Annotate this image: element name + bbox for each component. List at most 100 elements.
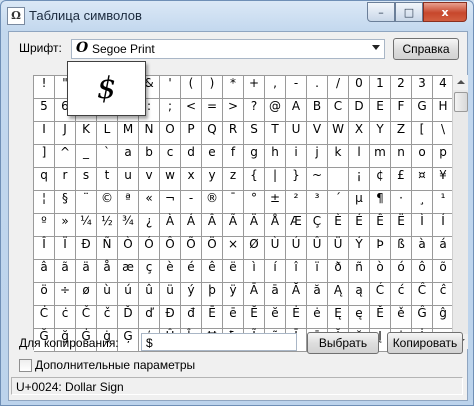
char-cell[interactable]: t [97, 168, 118, 191]
char-cell[interactable]: } [286, 168, 307, 191]
char-cell[interactable]: ÿ [223, 283, 244, 306]
char-cell[interactable]: 0 [349, 76, 370, 99]
char-cell[interactable]: @ [265, 99, 286, 122]
char-cell[interactable]: a [118, 145, 139, 168]
char-cell[interactable]: o [412, 145, 433, 168]
char-cell[interactable]: Ù [265, 237, 286, 260]
char-cell[interactable]: ě [391, 306, 412, 329]
char-cell[interactable]: Å [265, 214, 286, 237]
char-cell[interactable]: Ă [286, 283, 307, 306]
scroll-up-arrow-icon[interactable] [453, 75, 468, 90]
char-cell[interactable]: Ë [391, 214, 412, 237]
char-cell[interactable]: Ê [370, 214, 391, 237]
char-cell[interactable]: ® [202, 191, 223, 214]
char-cell[interactable]: d [181, 145, 202, 168]
char-cell[interactable]: ` [97, 145, 118, 168]
char-cell[interactable]: Q [202, 122, 223, 145]
char-cell[interactable]: ¿ [139, 214, 160, 237]
scrollbar-thumb[interactable] [454, 92, 468, 112]
char-cell[interactable]: y [202, 168, 223, 191]
char-cell[interactable]: I [34, 122, 55, 145]
char-cell[interactable]: Ĉ [412, 283, 433, 306]
char-cell[interactable]: ´ [328, 191, 349, 214]
char-cell[interactable]: Ĕ [244, 306, 265, 329]
char-cell[interactable]: - [286, 76, 307, 99]
char-cell[interactable]: Y [370, 122, 391, 145]
char-cell[interactable]: Á [181, 214, 202, 237]
char-cell[interactable]: Ö [202, 237, 223, 260]
char-cell[interactable]: B [307, 99, 328, 122]
char-cell[interactable]: Ć [370, 283, 391, 306]
char-cell[interactable]: ú [118, 283, 139, 306]
char-cell[interactable]: ~ [307, 168, 328, 191]
char-cell[interactable]: \ [433, 122, 454, 145]
char-cell[interactable]: É [349, 214, 370, 237]
char-cell[interactable]: Ä [244, 214, 265, 237]
char-cell[interactable]: ï [307, 260, 328, 283]
char-cell[interactable]: Z [391, 122, 412, 145]
char-cell[interactable]: Ý [349, 237, 370, 260]
char-cell[interactable]: z [223, 168, 244, 191]
char-cell[interactable]: À [160, 214, 181, 237]
minimize-button[interactable]: – [367, 2, 395, 22]
char-cell[interactable]: r [55, 168, 76, 191]
char-cell[interactable]: R [223, 122, 244, 145]
char-cell[interactable]: T [265, 122, 286, 145]
char-cell[interactable]: n [391, 145, 412, 168]
char-cell[interactable]: « [139, 191, 160, 214]
char-cell[interactable]: ć [391, 283, 412, 306]
char-cell[interactable]: ; [160, 99, 181, 122]
char-cell[interactable]: Ó [139, 237, 160, 260]
char-cell[interactable]: m [370, 145, 391, 168]
char-cell[interactable]: h [265, 145, 286, 168]
char-cell[interactable]: 3 [412, 76, 433, 99]
char-cell[interactable]: © [97, 191, 118, 214]
char-cell[interactable]: w [160, 168, 181, 191]
font-dropdown[interactable]: O Segoe Print [71, 39, 385, 59]
advanced-options-checkbox[interactable] [19, 359, 32, 372]
char-cell[interactable]: = [202, 99, 223, 122]
char-cell[interactable]: Ą [328, 283, 349, 306]
char-cell[interactable]: é [181, 260, 202, 283]
char-cell[interactable]: Č [76, 306, 97, 329]
char-cell[interactable]: â [34, 260, 55, 283]
char-cell[interactable]: Ě [370, 306, 391, 329]
char-cell[interactable]: ĝ [433, 306, 454, 329]
char-cell[interactable]: Ċ [34, 306, 55, 329]
char-cell[interactable]: ċ [55, 306, 76, 329]
char-cell[interactable]: Ú [286, 237, 307, 260]
char-cell[interactable]: ÷ [55, 283, 76, 306]
char-cell[interactable]: ] [34, 145, 55, 168]
char-cell[interactable]: x [181, 168, 202, 191]
char-cell[interactable]: Ď [118, 306, 139, 329]
char-cell[interactable]: H [433, 99, 454, 122]
char-cell[interactable]: û [139, 283, 160, 306]
char-cell[interactable]: è [160, 260, 181, 283]
char-cell[interactable]: ² [286, 191, 307, 214]
char-cell[interactable]: ó [391, 260, 412, 283]
char-cell[interactable]: l [349, 145, 370, 168]
char-cell[interactable]: 2 [391, 76, 412, 99]
char-cell[interactable]: * [223, 76, 244, 99]
char-cell[interactable]: þ [202, 283, 223, 306]
char-cell[interactable]: i [286, 145, 307, 168]
char-cell[interactable]: ý [181, 283, 202, 306]
char-cell[interactable]: Í [433, 214, 454, 237]
char-cell[interactable]: Õ [181, 237, 202, 260]
char-cell[interactable]: j [307, 145, 328, 168]
char-cell[interactable]: ¬ [160, 191, 181, 214]
char-cell[interactable]: ð [328, 260, 349, 283]
char-cell[interactable]: õ [433, 260, 454, 283]
select-button[interactable]: Выбрать [307, 332, 379, 354]
char-cell[interactable]: 5 [34, 99, 55, 122]
char-cell[interactable]: č [97, 306, 118, 329]
char-cell[interactable]: ¥ [433, 168, 454, 191]
char-cell[interactable]: ¶ [370, 191, 391, 214]
char-cell[interactable]: ¸ [412, 191, 433, 214]
char-cell[interactable]: ½ [97, 214, 118, 237]
char-cell[interactable]: ñ [349, 260, 370, 283]
char-cell[interactable]: , [265, 76, 286, 99]
char-cell[interactable]: ? [244, 99, 265, 122]
char-cell[interactable]: Î [34, 237, 55, 260]
char-cell[interactable]: ë [223, 260, 244, 283]
